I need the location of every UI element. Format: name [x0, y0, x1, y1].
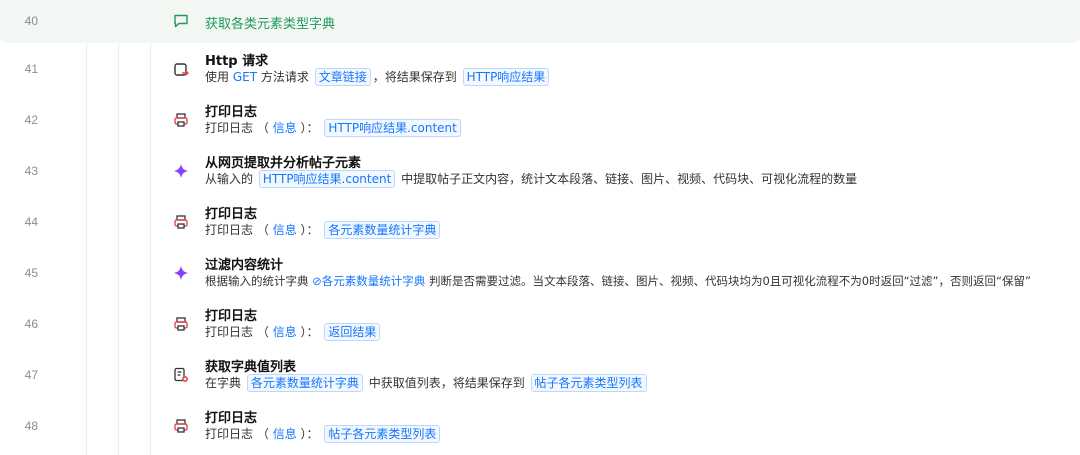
- step-title: 从网页提取并分析帖子元素: [205, 156, 362, 171]
- link-icon: ⊘: [312, 274, 322, 288]
- step-title: 打印日志: [205, 411, 258, 426]
- variable-tag[interactable]: 文章链接: [314, 68, 371, 86]
- step-row[interactable]: 47 获取字典值列表 在字典 各元素数量统计字典 中获取值列表，将结果保存到 帖…: [0, 349, 1080, 400]
- desc-text: 从输入的: [205, 172, 254, 186]
- step-description: 从输入的 HTTP响应结果.content 中提取帖子正文内容，统计文本段落、链…: [205, 170, 857, 189]
- desc-text: ）：: [300, 121, 319, 135]
- log-level[interactable]: 信息: [273, 427, 297, 441]
- line-number: 40: [24, 14, 38, 28]
- variable-ref-label: 各元素数量统计字典: [321, 274, 426, 288]
- printer-icon: [171, 314, 191, 334]
- variable-tag[interactable]: HTTP响应结果: [462, 68, 550, 86]
- log-level[interactable]: 信息: [273, 121, 297, 135]
- desc-text: 中提取帖子正文内容，统计文本段落、链接、图片、视频、代码块、可视化流程的数量: [401, 172, 858, 186]
- desc-text: ）：: [300, 325, 319, 339]
- sparkle-icon: [171, 161, 191, 181]
- line-number: 48: [24, 419, 38, 433]
- variable-tag[interactable]: 各元素数量统计字典: [324, 221, 441, 239]
- step-title: 打印日志: [205, 207, 258, 222]
- chat-bubble-icon: [171, 11, 191, 31]
- step-title: 打印日志: [205, 105, 258, 120]
- step-description: 打印日志 （ 信息 ）： 返回结果: [205, 323, 382, 342]
- step-row[interactable]: 46 打印日志 打印日志 （ 信息 ）： 返回结果: [0, 298, 1080, 349]
- dict-values-icon: [171, 365, 191, 385]
- step-title: 获取各类元素类型字典: [205, 17, 336, 32]
- variable-tag[interactable]: 各元素数量统计字典: [246, 374, 363, 392]
- desc-text: （: [256, 427, 269, 441]
- desc-text: 中获取值列表，将结果保存到: [368, 376, 525, 390]
- desc-text: 使用: [205, 70, 230, 84]
- step-title: Http 请求: [205, 54, 269, 69]
- line-number: 41: [24, 62, 38, 76]
- desc-text: （: [256, 223, 269, 237]
- step-row[interactable]: 48 打印日志 打印日志 （ 信息 ）： 帖子各元素类型列表: [0, 400, 1080, 455]
- step-description: 打印日志 （ 信息 ）： 各元素数量统计字典: [205, 221, 442, 240]
- log-level[interactable]: 信息: [273, 325, 297, 339]
- variable-ref[interactable]: ⊘各元素数量统计字典: [312, 274, 425, 288]
- step-description: 打印日志 （ 信息 ）： HTTP响应结果.content: [205, 119, 463, 138]
- step-description: 在字典 各元素数量统计字典 中获取值列表，将结果保存到 帖子各元素类型列表: [205, 374, 649, 393]
- line-number: 46: [24, 317, 38, 331]
- variable-tag[interactable]: 返回结果: [324, 323, 381, 341]
- desc-text: （: [256, 121, 269, 135]
- method-keyword: GET: [232, 70, 258, 84]
- desc-text: ）：: [300, 427, 319, 441]
- desc-text: 方法请求: [260, 70, 309, 84]
- variable-tag[interactable]: 帖子各元素类型列表: [324, 425, 441, 443]
- line-number: 47: [24, 368, 38, 382]
- line-number: 44: [24, 215, 38, 229]
- step-row[interactable]: 44 打印日志 打印日志 （ 信息 ）： 各元素数量统计字典: [0, 196, 1080, 247]
- desc-text: 判断是否需要过滤。当文本段落、链接、图片、视频、代码块均为0且可视化流程不为0时…: [428, 274, 1031, 288]
- step-row[interactable]: 45 过滤内容统计 根据输入的统计字典 ⊘各元素数量统计字典 判断是否需要过滤。…: [0, 247, 1080, 298]
- step-row[interactable]: 41 Http 请求 使用 GET 方法请求 文章链接 ，将结果保存到 HTTP响…: [0, 43, 1080, 94]
- desc-text: 在字典: [205, 376, 242, 390]
- line-number: 43: [24, 164, 38, 178]
- step-description: 使用 GET 方法请求 文章链接 ，将结果保存到 HTTP响应结果: [205, 68, 551, 87]
- step-title: 获取字典值列表: [205, 360, 297, 375]
- desc-text: 打印日志: [205, 427, 254, 441]
- step-row[interactable]: 42 打印日志 打印日志 （ 信息 ）： HTTP响应结果.content: [0, 94, 1080, 145]
- desc-text: 打印日志: [205, 325, 254, 339]
- line-number: 45: [24, 266, 38, 280]
- desc-text: （: [256, 325, 269, 339]
- sparkle-icon: [171, 263, 191, 283]
- variable-tag[interactable]: HTTP响应结果.content: [258, 170, 396, 188]
- step-description: 根据输入的统计字典 ⊘各元素数量统计字典 判断是否需要过滤。当文本段落、链接、图…: [205, 272, 1031, 291]
- desc-text: 打印日志: [205, 121, 254, 135]
- http-request-icon: [171, 60, 191, 80]
- printer-icon: [171, 110, 191, 130]
- variable-tag[interactable]: HTTP响应结果.content: [324, 119, 461, 137]
- desc-text: ）：: [300, 223, 319, 237]
- desc-text: 根据输入的统计字典: [205, 274, 309, 288]
- variable-tag[interactable]: 帖子各元素类型列表: [530, 374, 647, 392]
- step-title: 打印日志: [205, 309, 258, 324]
- desc-text: 打印日志: [205, 223, 254, 237]
- log-level[interactable]: 信息: [273, 223, 297, 237]
- printer-icon: [171, 212, 191, 232]
- line-number: 42: [24, 113, 38, 127]
- desc-text: ，将结果保存到: [372, 70, 457, 84]
- step-row[interactable]: 43 从网页提取并分析帖子元素 从输入的 HTTP响应结果.content 中提…: [0, 145, 1080, 196]
- step-row[interactable]: 40 获取各类元素类型字典: [0, 0, 1080, 43]
- step-title: 过滤内容统计: [205, 258, 284, 273]
- step-description: 打印日志 （ 信息 ）： 帖子各元素类型列表: [205, 425, 442, 444]
- printer-icon: [171, 416, 191, 436]
